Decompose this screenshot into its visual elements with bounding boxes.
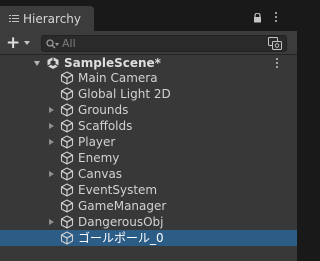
hierarchy-item-label: Global Light 2D <box>78 87 171 102</box>
gameobject-cube-icon <box>60 167 74 181</box>
plus-icon: + <box>6 33 21 53</box>
gameobject-cube-icon <box>60 151 74 165</box>
expand-arrow-icon[interactable] <box>49 219 54 226</box>
expand-arrow-icon[interactable] <box>49 139 54 146</box>
gameobject-cube-icon <box>60 119 74 133</box>
tab-label: Hierarchy <box>23 11 82 26</box>
hierarchy-tree: SampleScene* Main Camera Global Light 2D G… <box>0 55 297 261</box>
hierarchy-item-label: DangerousObj <box>78 215 164 230</box>
expand-arrow-icon[interactable] <box>49 171 54 178</box>
hierarchy-toolbar: + <box>0 31 297 55</box>
gameobject-cube-icon <box>60 183 74 197</box>
hierarchy-item[interactable]: Canvas <box>0 166 297 182</box>
scene-name: SampleScene* <box>64 56 161 70</box>
hierarchy-item[interactable]: Grounds <box>0 102 297 118</box>
unity-logo-icon <box>47 57 59 69</box>
chevron-down-icon <box>24 41 30 45</box>
hierarchy-item[interactable]: ゴールポール_0 <box>0 230 297 247</box>
scene-row[interactable]: SampleScene* <box>0 55 297 71</box>
gameobject-cube-icon <box>60 199 74 213</box>
gameobject-cube-icon <box>60 215 74 229</box>
tab-hierarchy[interactable]: Hierarchy <box>0 6 94 31</box>
hierarchy-item-label: Player <box>78 135 116 150</box>
hierarchy-item-label: ゴールポール_0 <box>78 231 164 246</box>
gameobject-cube-icon <box>60 103 74 117</box>
lock-icon[interactable] <box>253 13 262 23</box>
hierarchy-item-label: EventSystem <box>78 183 158 198</box>
hierarchy-item[interactable]: Enemy <box>0 150 297 166</box>
search-mode-caret-icon[interactable] <box>55 43 59 46</box>
gameobject-cube-icon <box>60 87 74 101</box>
gameobject-cube-icon <box>60 135 74 149</box>
hierarchy-item-label: GameManager <box>78 199 167 214</box>
expand-arrow-icon[interactable] <box>49 107 54 114</box>
list-icon <box>9 14 19 23</box>
hierarchy-item[interactable]: DangerousObj <box>0 214 297 230</box>
add-object-button[interactable]: + <box>4 34 34 52</box>
hierarchy-item-label: Main Camera <box>78 71 158 86</box>
hierarchy-item-label: Grounds <box>78 103 129 118</box>
search-field[interactable] <box>41 35 287 52</box>
expand-arrow-icon[interactable] <box>49 123 54 130</box>
hierarchy-item-label: Enemy <box>78 151 120 166</box>
hierarchy-item-label: Canvas <box>78 167 123 182</box>
hierarchy-item[interactable]: Global Light 2D <box>0 86 297 102</box>
tab-strip: Hierarchy <box>0 0 297 31</box>
hierarchy-item[interactable]: Scaffolds <box>0 118 297 134</box>
hierarchy-item[interactable]: EventSystem <box>0 182 297 198</box>
hierarchy-item[interactable]: Main Camera <box>0 70 297 86</box>
hierarchy-item[interactable]: GameManager <box>0 198 297 214</box>
scene-menu-icon[interactable] <box>276 58 279 70</box>
hierarchy-item[interactable]: Player <box>0 134 297 150</box>
gameobject-cube-icon <box>60 71 74 85</box>
search-input[interactable] <box>62 36 262 51</box>
expand-arrow-icon[interactable] <box>34 61 40 66</box>
hierarchy-item-label: Scaffolds <box>78 119 133 134</box>
kebab-menu-icon[interactable] <box>275 12 278 24</box>
gameobject-cube-icon <box>60 231 74 245</box>
scene-filter-icon[interactable] <box>268 37 282 50</box>
